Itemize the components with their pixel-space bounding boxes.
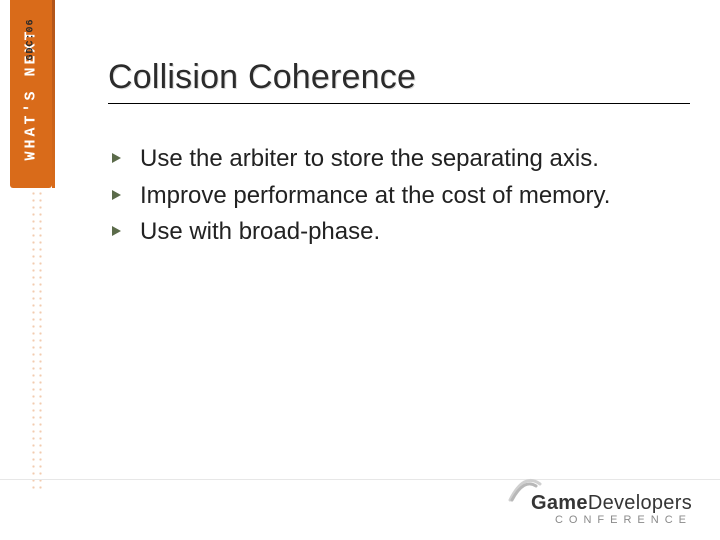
whats-next-banner: WHAT'S NEXT GDC:06 — [10, 0, 52, 188]
footer-subline: CONFERENCE — [531, 515, 692, 526]
list-item: Use the arbiter to store the separating … — [108, 144, 690, 175]
slide-content: Collision Coherence Use the arbiter to s… — [108, 58, 690, 460]
gdc-swoosh-icon — [506, 470, 542, 506]
banner-gdc-label: GDC:06 — [26, 18, 37, 60]
footer-logo: GameDevelopers CONFERENCE — [531, 493, 692, 526]
footer-brand: GameDevelopers — [531, 492, 692, 514]
footer-brand-rest: Developers — [588, 492, 692, 514]
banner-notch — [52, 0, 55, 188]
footer-divider — [0, 479, 720, 480]
list-item: Use with broad-phase. — [108, 217, 690, 248]
banner-dots-decoration — [30, 190, 44, 490]
slide-title: Collision Coherence — [108, 58, 690, 97]
list-item: Improve performance at the cost of memor… — [108, 181, 690, 212]
bullet-list: Use the arbiter to store the separating … — [108, 144, 690, 248]
title-underline — [108, 103, 690, 104]
